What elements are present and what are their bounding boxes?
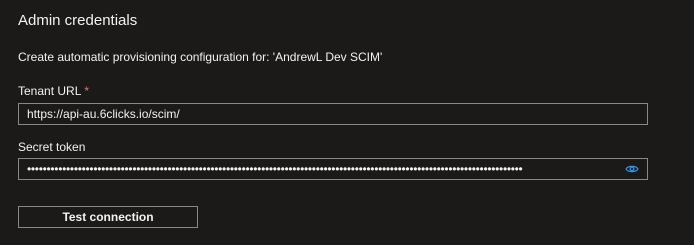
reveal-password-button[interactable] [619,159,645,179]
required-marker: * [84,84,90,98]
section-title: Admin credentials [18,12,138,29]
tenant-url-label: Tenant URL * [18,84,89,98]
test-connection-button[interactable]: Test connection [18,206,198,228]
secret-token-label: Secret token [18,140,86,154]
provisioning-description: Create automatic provisioning configurat… [18,50,383,64]
tenant-url-label-text: Tenant URL [18,84,82,98]
secret-token-masked-value: ••••••••••••••••••••••••••••••••••••••••… [27,162,523,176]
eye-icon [625,165,639,173]
tenant-url-input[interactable]: https://api-au.6clicks.io/scim/ [18,103,648,125]
tenant-url-value: https://api-au.6clicks.io/scim/ [27,107,180,121]
secret-token-input[interactable]: ••••••••••••••••••••••••••••••••••••••••… [18,158,648,180]
